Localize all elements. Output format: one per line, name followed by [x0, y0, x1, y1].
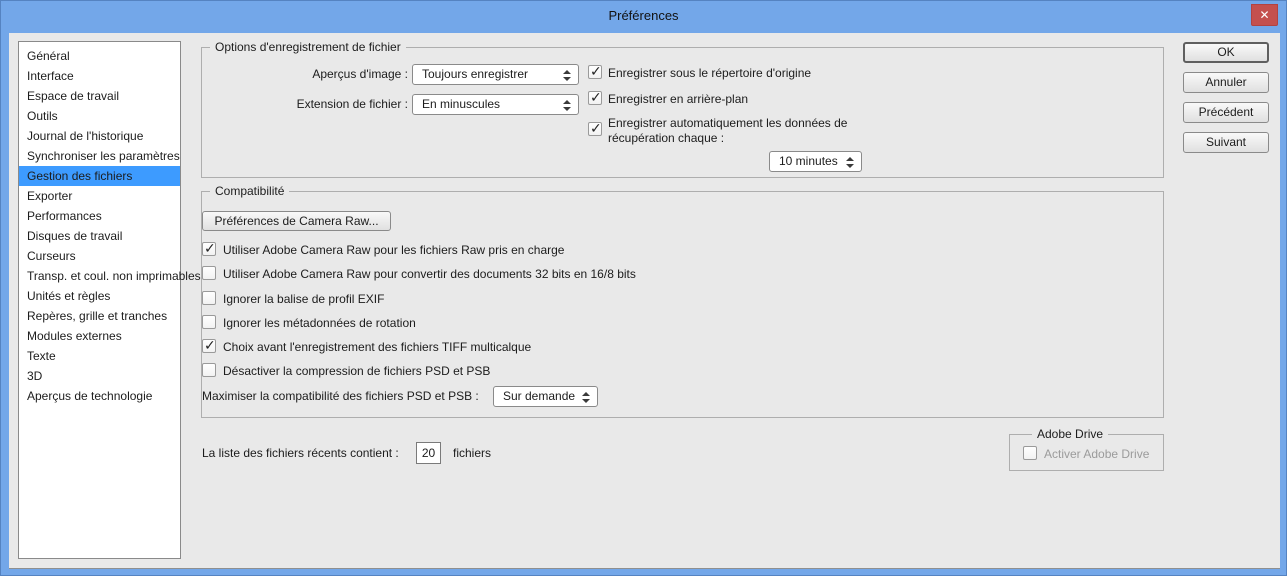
- file-extension-value: En minuscules: [422, 97, 501, 111]
- sidebar-item-export[interactable]: Exporter: [19, 186, 180, 206]
- image-previews-dropdown[interactable]: Toujours enregistrer: [412, 64, 579, 85]
- disable-psd-compression-label: Désactiver la compression de fichiers PS…: [223, 364, 491, 378]
- sidebar-item-scratch-disks[interactable]: Disques de travail: [19, 226, 180, 246]
- window-title: Préférences: [608, 8, 679, 23]
- autosave-interval-dropdown[interactable]: 10 minutes: [769, 151, 862, 172]
- ignore-exif-profile-label: Ignorer la balise de profil EXIF: [223, 292, 385, 306]
- cancel-button[interactable]: Annuler: [1183, 72, 1269, 93]
- previous-button[interactable]: Précédent: [1183, 102, 1269, 123]
- image-previews-value: Toujours enregistrer: [422, 67, 529, 81]
- save-in-background-checkbox[interactable]: [588, 89, 602, 106]
- recent-files-label: La liste des fichiers récents contient :: [202, 446, 399, 460]
- image-previews-label: Aperçus d'image :: [312, 67, 408, 81]
- save-as-original-folder-checkbox[interactable]: [588, 63, 602, 80]
- titlebar[interactable]: Préférences ✕: [1, 1, 1286, 33]
- dialog-content: Général Interface Espace de travail Outi…: [9, 33, 1280, 569]
- sidebar-item-performance[interactable]: Performances: [19, 206, 180, 226]
- save-in-background-label: Enregistrer en arrière-plan: [608, 92, 749, 106]
- adobe-drive-group: Adobe Drive Activer Adobe Drive: [1009, 427, 1164, 471]
- file-saving-options-legend: Options d'enregistrement de fichier: [210, 40, 406, 55]
- use-camera-raw-supported-label: Utiliser Adobe Camera Raw pour les fichi…: [223, 243, 565, 257]
- sidebar-item-technology-previews[interactable]: Aperçus de technologie: [19, 386, 180, 406]
- sidebar-item-units-rulers[interactable]: Unités et règles: [19, 286, 180, 306]
- disable-psd-compression-checkbox[interactable]: [202, 363, 216, 377]
- ignore-rotation-metadata-label: Ignorer les métadonnées de rotation: [223, 316, 416, 330]
- use-camera-raw-convert-label: Utiliser Adobe Camera Raw pour convertir…: [223, 267, 636, 281]
- maximize-compatibility-dropdown[interactable]: Sur demande: [493, 386, 598, 407]
- autosave-recovery-label: Enregistrer automatiquement les données …: [608, 116, 848, 145]
- enable-adobe-drive-label: Activer Adobe Drive: [1044, 447, 1150, 461]
- save-as-original-folder-label: Enregistrer sous le répertoire d'origine: [608, 66, 812, 80]
- ignore-exif-profile-checkbox[interactable]: [202, 291, 216, 305]
- sidebar-item-file-handling[interactable]: Gestion des fichiers: [19, 166, 180, 186]
- sidebar-item-history-log[interactable]: Journal de l'historique: [19, 126, 180, 146]
- spinner-arrows-icon: [582, 391, 590, 404]
- sidebar-item-sync-settings[interactable]: Synchroniser les paramètres: [19, 146, 180, 166]
- use-camera-raw-convert-checkbox[interactable]: [202, 266, 216, 280]
- close-icon: ✕: [1259, 8, 1270, 22]
- maximize-compatibility-label: Maximiser la compatibilité des fichiers …: [202, 389, 479, 403]
- adobe-drive-legend: Adobe Drive: [1032, 427, 1109, 442]
- autosave-interval-value: 10 minutes: [779, 154, 838, 168]
- use-camera-raw-supported-checkbox[interactable]: [202, 240, 216, 257]
- sidebar-item-workspace[interactable]: Espace de travail: [19, 86, 180, 106]
- sidebar-item-guides-grid-slices[interactable]: Repères, grille et tranches: [19, 306, 180, 326]
- sidebar-item-plugins[interactable]: Modules externes: [19, 326, 180, 346]
- sidebar-item-cursors[interactable]: Curseurs: [19, 246, 180, 266]
- recent-files-count-input[interactable]: [416, 442, 441, 464]
- spinner-arrows-icon: [563, 99, 571, 112]
- camera-raw-preferences-button[interactable]: Préférences de Camera Raw...: [202, 211, 391, 231]
- spinner-arrows-icon: [846, 156, 854, 169]
- preferences-dialog: Préférences ✕ Général Interface Espace d…: [0, 0, 1287, 576]
- sidebar-item-tools[interactable]: Outils: [19, 106, 180, 126]
- file-extension-dropdown[interactable]: En minuscules: [412, 94, 579, 115]
- file-extension-label: Extension de fichier :: [296, 97, 408, 111]
- sidebar-item-3d[interactable]: 3D: [19, 366, 180, 386]
- ask-before-saving-tiff-checkbox[interactable]: [202, 337, 216, 354]
- recent-files-suffix: fichiers: [453, 446, 492, 460]
- compatibility-legend: Compatibilité: [210, 184, 290, 199]
- spinner-arrows-icon: [563, 69, 571, 82]
- sidebar-item-type[interactable]: Texte: [19, 346, 180, 366]
- preferences-category-list: Général Interface Espace de travail Outi…: [18, 41, 201, 559]
- maximize-compatibility-value: Sur demande: [503, 389, 576, 403]
- sidebar-item-transparency-gamut[interactable]: Transp. et coul. non imprimables: [19, 266, 201, 286]
- close-button[interactable]: ✕: [1251, 4, 1278, 26]
- ignore-rotation-metadata-checkbox[interactable]: [202, 315, 216, 329]
- ask-before-saving-tiff-label: Choix avant l'enregistrement des fichier…: [223, 340, 532, 354]
- enable-adobe-drive-checkbox: [1023, 446, 1037, 460]
- sidebar-item-general[interactable]: Général: [19, 46, 180, 66]
- sidebar-item-interface[interactable]: Interface: [19, 66, 180, 86]
- next-button[interactable]: Suivant: [1183, 132, 1269, 153]
- ok-button[interactable]: OK: [1183, 42, 1269, 63]
- autosave-recovery-checkbox[interactable]: [588, 120, 602, 137]
